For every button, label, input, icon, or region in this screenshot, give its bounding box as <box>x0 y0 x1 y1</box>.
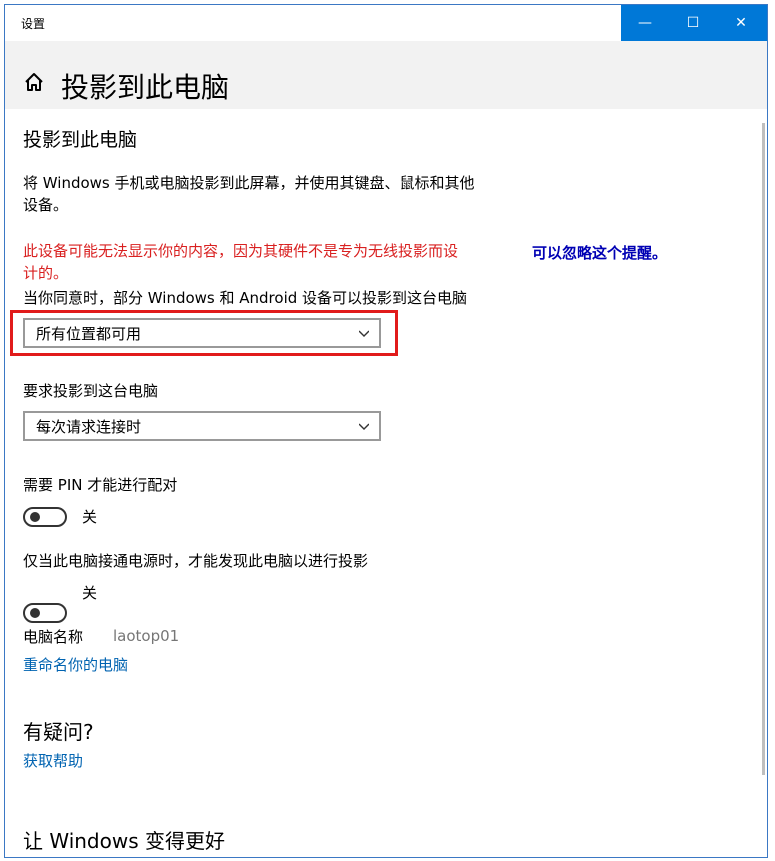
availability-dropdown[interactable]: 所有位置都可用 <box>23 318 381 348</box>
close-button[interactable]: ✕ <box>717 5 765 41</box>
pin-toggle[interactable] <box>23 507 67 527</box>
chevron-down-icon <box>359 423 369 430</box>
pc-name-value: laotop01 <box>113 627 180 645</box>
window-controls: — ☐ ✕ <box>621 5 767 41</box>
rename-pc-link[interactable]: 重命名你的电脑 <box>23 654 128 675</box>
pc-name-label: 电脑名称 <box>23 628 84 646</box>
improve-windows-title: 让 Windows 变得更好 <box>23 829 225 853</box>
chevron-down-icon <box>359 330 369 337</box>
get-help-link[interactable]: 获取帮助 <box>23 750 83 771</box>
app-title: 设置 <box>21 17 46 31</box>
request-label: 要求投影到这台电脑 <box>23 382 159 400</box>
power-toggle[interactable] <box>23 603 67 623</box>
request-dropdown[interactable]: 每次请求连接时 <box>23 411 381 441</box>
section-title: 投影到此电脑 <box>23 129 138 151</box>
content-area: 投影到此电脑 将 Windows 手机或电脑投影到此屏幕，并使用其键盘、鼠标和其… <box>5 109 767 857</box>
page-title: 投影到此电脑 <box>61 71 230 104</box>
annotation-note: 可以忽略这个提醒。 <box>532 244 668 262</box>
home-icon[interactable] <box>23 71 45 93</box>
pin-label: 需要 PIN 才能进行配对 <box>23 476 178 494</box>
availability-label: 当你同意时，部分 Windows 和 Android 设备可以投影到这台电脑 <box>23 289 468 307</box>
scrollbar[interactable] <box>762 123 765 775</box>
minimize-button[interactable]: — <box>621 5 669 41</box>
power-toggle-state: 关 <box>82 584 98 602</box>
warning-line2: 计的。 <box>23 264 69 282</box>
questions-title: 有疑问? <box>23 720 94 744</box>
page-header: 投影到此电脑 <box>5 41 767 109</box>
description-line1: 将 Windows 手机或电脑投影到此屏幕，并使用其键盘、鼠标和其他 <box>23 174 475 192</box>
request-value: 每次请求连接时 <box>36 417 142 436</box>
toggle-knob <box>30 512 40 522</box>
title-bar: 设置 — ☐ ✕ <box>5 5 767 41</box>
power-label: 仅当此电脑接通电源时，才能发现此电脑以进行投影 <box>23 552 369 570</box>
toggle-knob <box>30 608 40 618</box>
pin-toggle-state: 关 <box>82 508 98 526</box>
maximize-button[interactable]: ☐ <box>669 5 717 41</box>
warning-line1: 此设备可能无法显示你的内容，因为其硬件不是专为无线投影而设 <box>23 242 459 260</box>
availability-value: 所有位置都可用 <box>36 324 142 343</box>
description-line2: 设备。 <box>23 196 69 214</box>
settings-window: 设置 — ☐ ✕ 投影到此电脑 投影到此电脑 将 Windows 手机或电脑投影… <box>4 4 768 858</box>
